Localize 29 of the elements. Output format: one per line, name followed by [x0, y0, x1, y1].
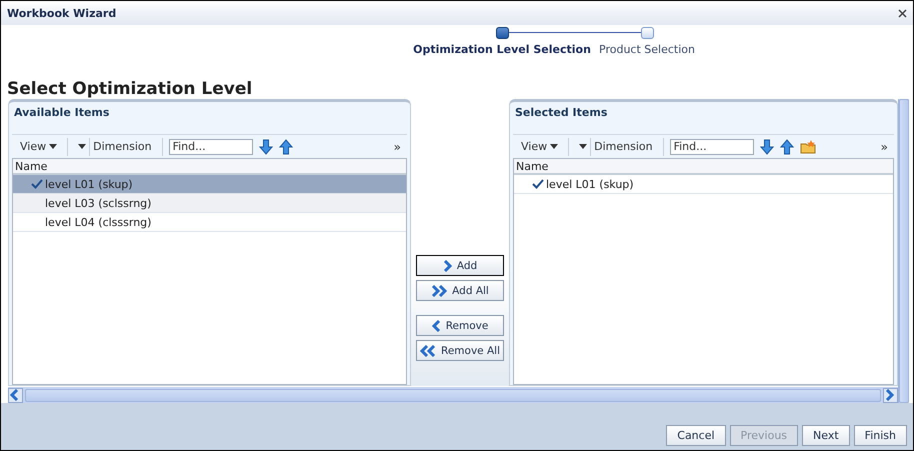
page-heading: Select Optimization Level — [7, 79, 254, 99]
step-label[interactable]: Product Selection — [599, 43, 695, 56]
row-label: level L01 (skup) — [546, 178, 634, 190]
find-field[interactable]: Find... — [168, 138, 253, 154]
shuttle-button[interactable]: Add All — [416, 280, 504, 301]
overflow-button[interactable]: » — [878, 140, 890, 154]
panel-title: Selected Items — [514, 105, 608, 121]
table-row[interactable]: level L01 (skup) — [13, 175, 406, 194]
row-label: level L01 (skup) — [45, 178, 133, 190]
wizard-button[interactable]: Finish — [854, 425, 907, 446]
step-label[interactable]: Optimization Level Selection — [413, 43, 591, 56]
wizard-button[interactable]: Next — [802, 425, 850, 446]
shuttle-button[interactable]: Remove All — [416, 340, 504, 361]
view-menu[interactable]: View — [16, 140, 62, 153]
column-header[interactable]: Name — [13, 159, 406, 175]
row-label: level L03 (sclssrng) — [45, 196, 152, 210]
shuttle-button[interactable]: Remove — [416, 315, 504, 336]
table-row[interactable]: level L03 (sclssrng) — [13, 194, 406, 213]
row-label: level L04 (clsssrng) — [45, 216, 152, 228]
overflow-button[interactable]: » — [392, 140, 403, 154]
find-field[interactable]: Find... — [670, 138, 754, 154]
dimension-menu[interactable]: Dimension — [575, 138, 657, 156]
dimension-menu[interactable]: Dimension — [74, 138, 156, 156]
shuttle-button[interactable]: Add — [416, 255, 504, 276]
panel-title: Available Items — [13, 105, 110, 121]
view-menu[interactable]: View — [517, 140, 562, 153]
window-title: Workbook Wizard — [7, 6, 116, 20]
column-header[interactable]: Name — [514, 159, 893, 175]
wizard-button[interactable]: Cancel — [666, 425, 726, 446]
